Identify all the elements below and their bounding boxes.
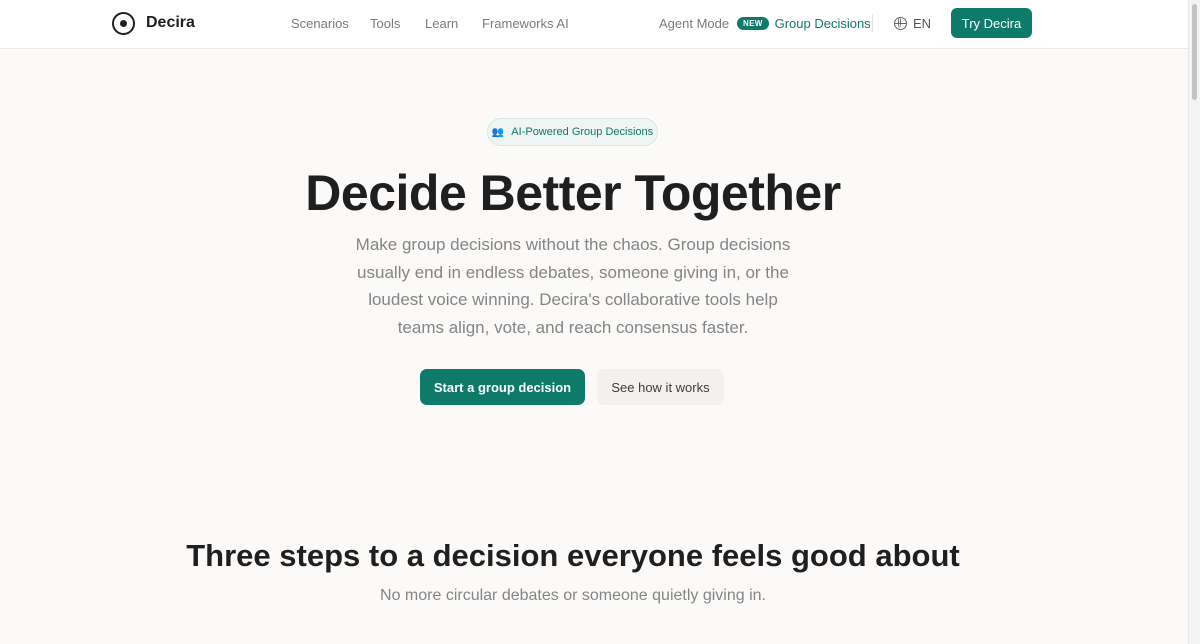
nav-agent-mode[interactable]: Agent Mode — [659, 16, 729, 31]
hero-badge: 👥 AI-Powered Group Decisions — [487, 118, 658, 146]
hero-title: Decide Better Together — [305, 165, 841, 221]
scrollbar[interactable] — [1188, 0, 1200, 644]
hero-badge-label: AI-Powered Group Decisions — [511, 126, 654, 138]
globe-icon — [894, 16, 907, 30]
try-decira-button[interactable]: Try Decira — [951, 8, 1032, 38]
nav-divider — [872, 14, 873, 32]
new-badge: NEW — [737, 16, 769, 30]
hero-subtitle: Make group decisions without the chaos. … — [355, 235, 791, 337]
logo[interactable]: Decira — [112, 9, 195, 37]
language-selector[interactable]: EN — [894, 13, 931, 33]
see-how-it-works-button[interactable]: See how it works — [597, 369, 724, 405]
steps-title: Three steps to a decision everyone feels… — [186, 538, 960, 573]
logo-icon — [112, 11, 135, 35]
nav-tools[interactable]: Tools — [370, 16, 400, 31]
nav-group-decisions[interactable]: NEW Group Decisions — [737, 13, 871, 33]
nav-frameworks-ai[interactable]: Frameworks AI — [482, 16, 569, 31]
nav-scenarios[interactable]: Scenarios — [291, 16, 349, 31]
start-group-decision-button[interactable]: Start a group decision — [420, 369, 585, 405]
people-icon: 👥 — [491, 126, 505, 138]
logo-text: Decira — [146, 14, 195, 31]
scrollbar-thumb[interactable] — [1192, 4, 1197, 100]
language-label: EN — [913, 15, 932, 31]
nav-group-decisions-label: Group Decisions — [774, 15, 871, 31]
steps-subtitle: No more circular debates or someone quie… — [380, 587, 766, 604]
nav-learn[interactable]: Learn — [425, 16, 458, 31]
site-header: Decira Scenarios Tools Learn Frameworks … — [0, 0, 1188, 49]
